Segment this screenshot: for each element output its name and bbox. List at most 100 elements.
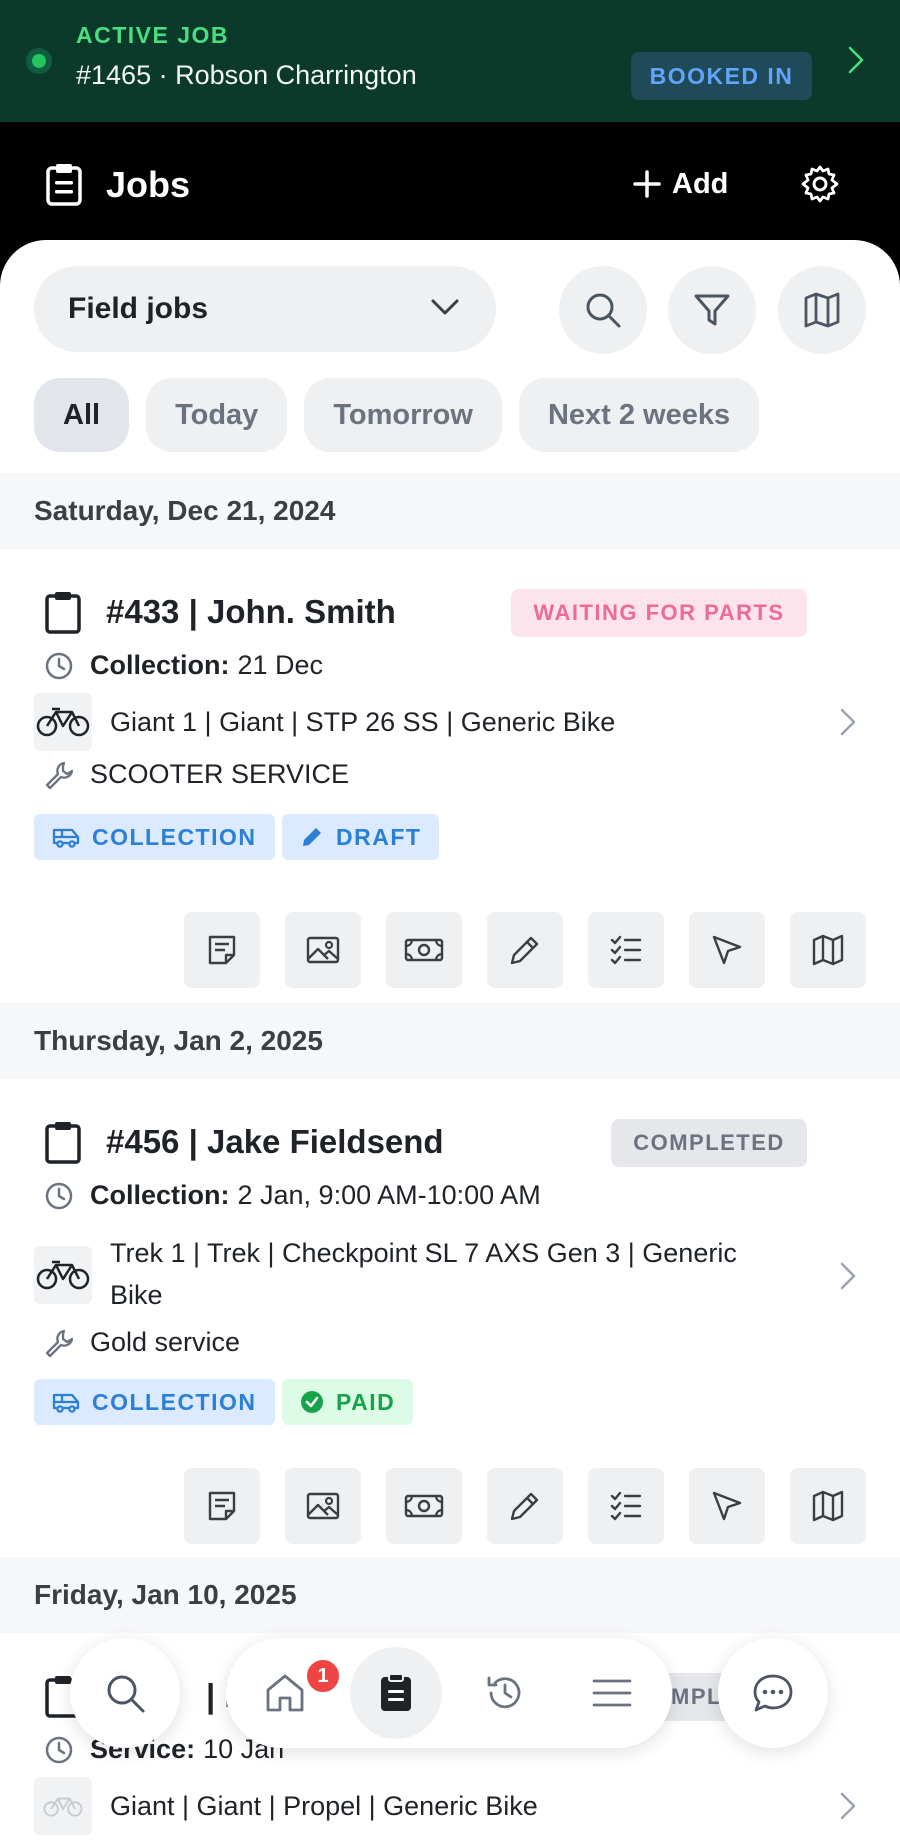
chevron-right-icon[interactable]	[838, 1791, 858, 1821]
schedule-row: Collection: 2 Jan, 9:00 AM-10:00 AM	[44, 1180, 541, 1211]
map-icon	[812, 1490, 844, 1522]
photos-button[interactable]	[285, 912, 361, 988]
clipboard-icon	[45, 592, 81, 634]
collection-tag: COLLECTION	[34, 814, 275, 860]
paid-tag: PAID	[282, 1379, 414, 1425]
schedule-value: 21 Dec	[237, 650, 324, 680]
draft-tag: DRAFT	[282, 814, 440, 860]
active-job-label: ACTIVE JOB	[76, 22, 230, 48]
checklist-button[interactable]	[588, 1468, 664, 1544]
checklist-icon	[610, 935, 642, 965]
home-icon	[266, 1674, 304, 1712]
bike-thumbnail	[34, 1777, 92, 1835]
chevron-right-icon[interactable]	[838, 707, 858, 737]
image-icon	[306, 1492, 340, 1520]
active-job-title: #1465 · Robson Charrington	[76, 60, 417, 90]
chip-all[interactable]: All	[34, 378, 130, 452]
schedule-row: Collection: 21 Dec	[44, 650, 323, 681]
status-badge: WAITING FOR PARTS	[511, 589, 807, 637]
edit-button[interactable]	[487, 912, 563, 988]
date-filter-chips: All Today Tomorrow Next 2 weeks	[34, 378, 760, 452]
chip-next-2-weeks[interactable]: Next 2 weeks	[518, 378, 760, 452]
van-icon	[52, 1393, 80, 1413]
notes-button[interactable]	[184, 912, 260, 988]
chat-fab[interactable]	[718, 1638, 828, 1748]
check-circle-icon	[301, 1391, 323, 1413]
nav-menu[interactable]	[566, 1638, 658, 1748]
date-header: Saturday, Dec 21, 2024	[0, 473, 900, 549]
nav-home[interactable]: 1	[239, 1638, 341, 1748]
notes-button[interactable]	[184, 1468, 260, 1544]
job-title: #433 | John. Smith	[106, 593, 396, 630]
service-row: SCOOTER SERVICE	[44, 759, 349, 790]
job-action-bar	[184, 912, 866, 988]
add-job-button[interactable]: Add	[632, 162, 728, 206]
date-header: Friday, Jan 10, 2025	[0, 1557, 900, 1633]
chevron-right-icon[interactable]	[838, 1261, 858, 1291]
tag-label: DRAFT	[336, 823, 422, 850]
chevron-right-icon	[848, 46, 864, 74]
wrench-icon	[45, 761, 74, 789]
bike-thumbnail	[34, 693, 92, 751]
active-job-status-badge: BOOKED IN	[631, 52, 812, 100]
chip-today[interactable]: Today	[146, 378, 288, 452]
clock-icon	[45, 652, 73, 679]
service-name: Gold service	[90, 1327, 241, 1357]
active-job-banner[interactable]: ACTIVE JOB #1465 · Robson Charrington BO…	[0, 0, 900, 122]
service-name: SCOOTER SERVICE	[90, 759, 350, 789]
map-icon	[804, 292, 840, 328]
nav-jobs[interactable]	[350, 1638, 442, 1748]
jobs-sheet: Field jobs All Today Tomorrow Next 2 wee…	[0, 240, 900, 1848]
gear-icon[interactable]	[800, 164, 840, 204]
plus-icon	[633, 170, 661, 198]
bike-description: Giant 1 | Giant | STP 26 SS | Generic Bi…	[110, 707, 616, 737]
pencil-icon	[303, 828, 321, 846]
app-header: Jobs Add	[0, 122, 900, 240]
bike-description: Giant | Giant | Propel | Generic Bike	[110, 1791, 538, 1821]
pencil-icon	[510, 1492, 539, 1521]
payment-button[interactable]	[386, 1468, 462, 1544]
bottom-nav: 1	[226, 1638, 672, 1748]
search-button[interactable]	[559, 266, 647, 354]
navigate-button[interactable]	[689, 912, 765, 988]
photos-button[interactable]	[285, 1468, 361, 1544]
cash-icon	[404, 938, 444, 962]
clipboard-icon	[45, 1122, 81, 1164]
map-button[interactable]	[790, 1468, 866, 1544]
search-icon	[107, 1675, 145, 1713]
chip-tomorrow[interactable]: Tomorrow	[304, 378, 502, 452]
bicycle-icon	[36, 707, 90, 737]
bicycle-icon	[43, 1797, 83, 1817]
pencil-icon	[510, 936, 539, 965]
chat-bubble-icon	[753, 1674, 793, 1712]
navigation-arrow-icon	[712, 935, 742, 965]
edit-button[interactable]	[487, 1468, 563, 1544]
map-view-button[interactable]	[778, 266, 866, 354]
schedule-label: Collection:	[90, 1180, 230, 1210]
bicycle-icon	[36, 1260, 90, 1290]
nav-history[interactable]	[459, 1638, 551, 1748]
checklist-button[interactable]	[588, 912, 664, 988]
service-row: Gold service	[44, 1327, 240, 1358]
schedule-label: Collection:	[90, 650, 230, 680]
tag-label: COLLECTION	[92, 1388, 257, 1415]
navigation-arrow-icon	[712, 1491, 742, 1521]
filter-icon	[694, 294, 730, 326]
cash-icon	[404, 1494, 444, 1518]
tag-label: COLLECTION	[92, 823, 257, 850]
filter-button[interactable]	[668, 266, 756, 354]
tag-label: PAID	[336, 1388, 396, 1415]
search-fab[interactable]	[70, 1638, 180, 1748]
map-icon	[812, 934, 844, 966]
active-status-dot	[26, 48, 52, 74]
page-title: Jobs	[106, 164, 191, 205]
clock-icon	[45, 1736, 73, 1763]
notification-badge: 1	[305, 1658, 341, 1694]
clipboard-icon	[381, 1673, 411, 1711]
job-type-dropdown[interactable]: Field jobs	[34, 266, 496, 352]
payment-button[interactable]	[386, 912, 462, 988]
add-button-label: Add	[672, 167, 729, 200]
map-button[interactable]	[790, 912, 866, 988]
navigate-button[interactable]	[689, 1468, 765, 1544]
van-icon	[52, 828, 80, 848]
